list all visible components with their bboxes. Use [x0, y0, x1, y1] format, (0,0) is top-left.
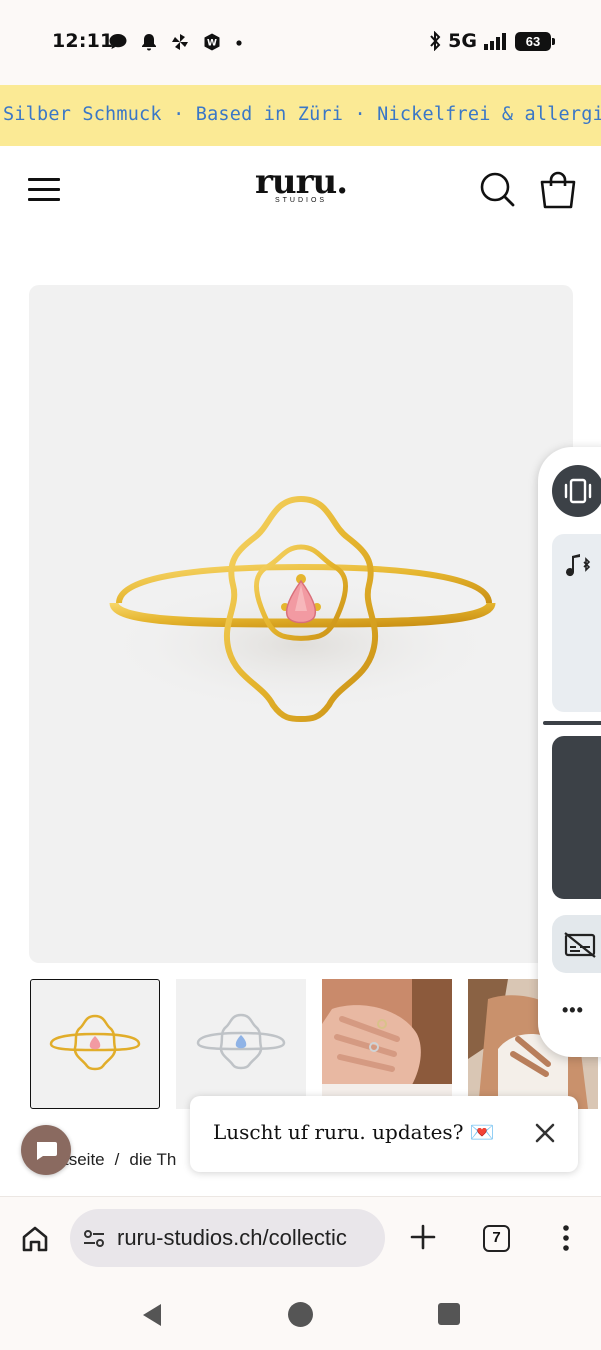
- pinwheel-icon: [172, 34, 188, 50]
- vibrate-toggle[interactable]: [552, 465, 601, 517]
- slider-divider: [543, 721, 601, 725]
- menu-icon[interactable]: [28, 178, 60, 202]
- silver-ring-thumbnail-image: [196, 1013, 286, 1070]
- breadcrumb: tseite / die Th: [64, 1150, 176, 1170]
- breadcrumb-collection-link[interactable]: die Th: [129, 1150, 176, 1169]
- chat-button[interactable]: [21, 1125, 71, 1175]
- back-icon[interactable]: [140, 1302, 164, 1328]
- close-icon[interactable]: [532, 1120, 558, 1146]
- thumbnail-gold-ring[interactable]: [30, 979, 160, 1109]
- newsletter-popup[interactable]: Luscht uf ruru. updates? 💌: [190, 1096, 578, 1172]
- gold-ring-thumbnail-image: [49, 1014, 141, 1071]
- shield-app-icon: W: [204, 33, 220, 51]
- vibrate-icon: [564, 478, 592, 504]
- site-header: ruru. STUDIOS: [0, 146, 601, 236]
- ring-volume-slider[interactable]: [552, 736, 601, 899]
- more-vert-icon[interactable]: [556, 1223, 576, 1253]
- hand-wearing-rings-image: [322, 979, 452, 1109]
- volume-side-panel: •••: [538, 447, 601, 1057]
- status-bar: 12:11 W 5G 63: [0, 0, 601, 85]
- system-nav-bar: [0, 1280, 601, 1350]
- status-time: 12:11: [52, 30, 114, 52]
- logo-wordmark: ruru.: [254, 162, 348, 202]
- music-bluetooth-icon: [566, 554, 591, 577]
- notification-icons: W: [108, 32, 244, 52]
- live-caption-toggle[interactable]: [552, 915, 601, 973]
- thumbnail-strip: [30, 979, 601, 1109]
- gold-ring-pink-stone-image: [101, 495, 501, 723]
- thumbnail-hand-rings[interactable]: [322, 979, 452, 1109]
- media-volume-slider[interactable]: [552, 534, 601, 712]
- url-text: ruru-studios.ch/collectic: [117, 1225, 347, 1250]
- new-tab-icon[interactable]: [409, 1223, 437, 1251]
- tab-switcher-button[interactable]: 7: [483, 1225, 510, 1252]
- bell-icon: [142, 34, 156, 51]
- product-image[interactable]: [29, 285, 573, 963]
- svg-text:W: W: [207, 39, 217, 49]
- chat-bubble-icon: [109, 34, 127, 49]
- home-icon[interactable]: [20, 1224, 50, 1254]
- battery-indicator: 63: [515, 31, 555, 51]
- search-icon[interactable]: [478, 170, 518, 210]
- banner-text: Silber Schmuck · Based in Züri · Nickelf…: [3, 104, 601, 125]
- signal-icon: [484, 33, 506, 50]
- network-type: 5G: [448, 30, 477, 52]
- breadcrumb-separator: /: [114, 1150, 120, 1169]
- browser-toolbar: ruru-studios.ch/collectic 7: [0, 1196, 601, 1280]
- thumbnail-silver-ring[interactable]: [176, 979, 306, 1109]
- bluetooth-icon: [430, 31, 441, 51]
- site-settings-icon[interactable]: [82, 1226, 106, 1250]
- recents-icon[interactable]: [438, 1303, 460, 1325]
- home-nav-icon[interactable]: [288, 1302, 313, 1327]
- captions-off-icon: [564, 932, 596, 958]
- announcement-banner: Silber Schmuck · Based in Züri · Nickelf…: [0, 85, 601, 146]
- popup-text: Luscht uf ruru. updates? 💌: [213, 1120, 495, 1144]
- chat-icon: [37, 1142, 57, 1160]
- site-logo[interactable]: ruru. STUDIOS: [245, 164, 357, 204]
- address-bar[interactable]: ruru-studios.ch/collectic: [70, 1209, 385, 1267]
- more-options-icon[interactable]: •••: [562, 1000, 584, 1021]
- dot-icon: [236, 40, 242, 46]
- system-status: 5G 63: [428, 30, 555, 52]
- shopping-bag-icon[interactable]: [538, 170, 578, 210]
